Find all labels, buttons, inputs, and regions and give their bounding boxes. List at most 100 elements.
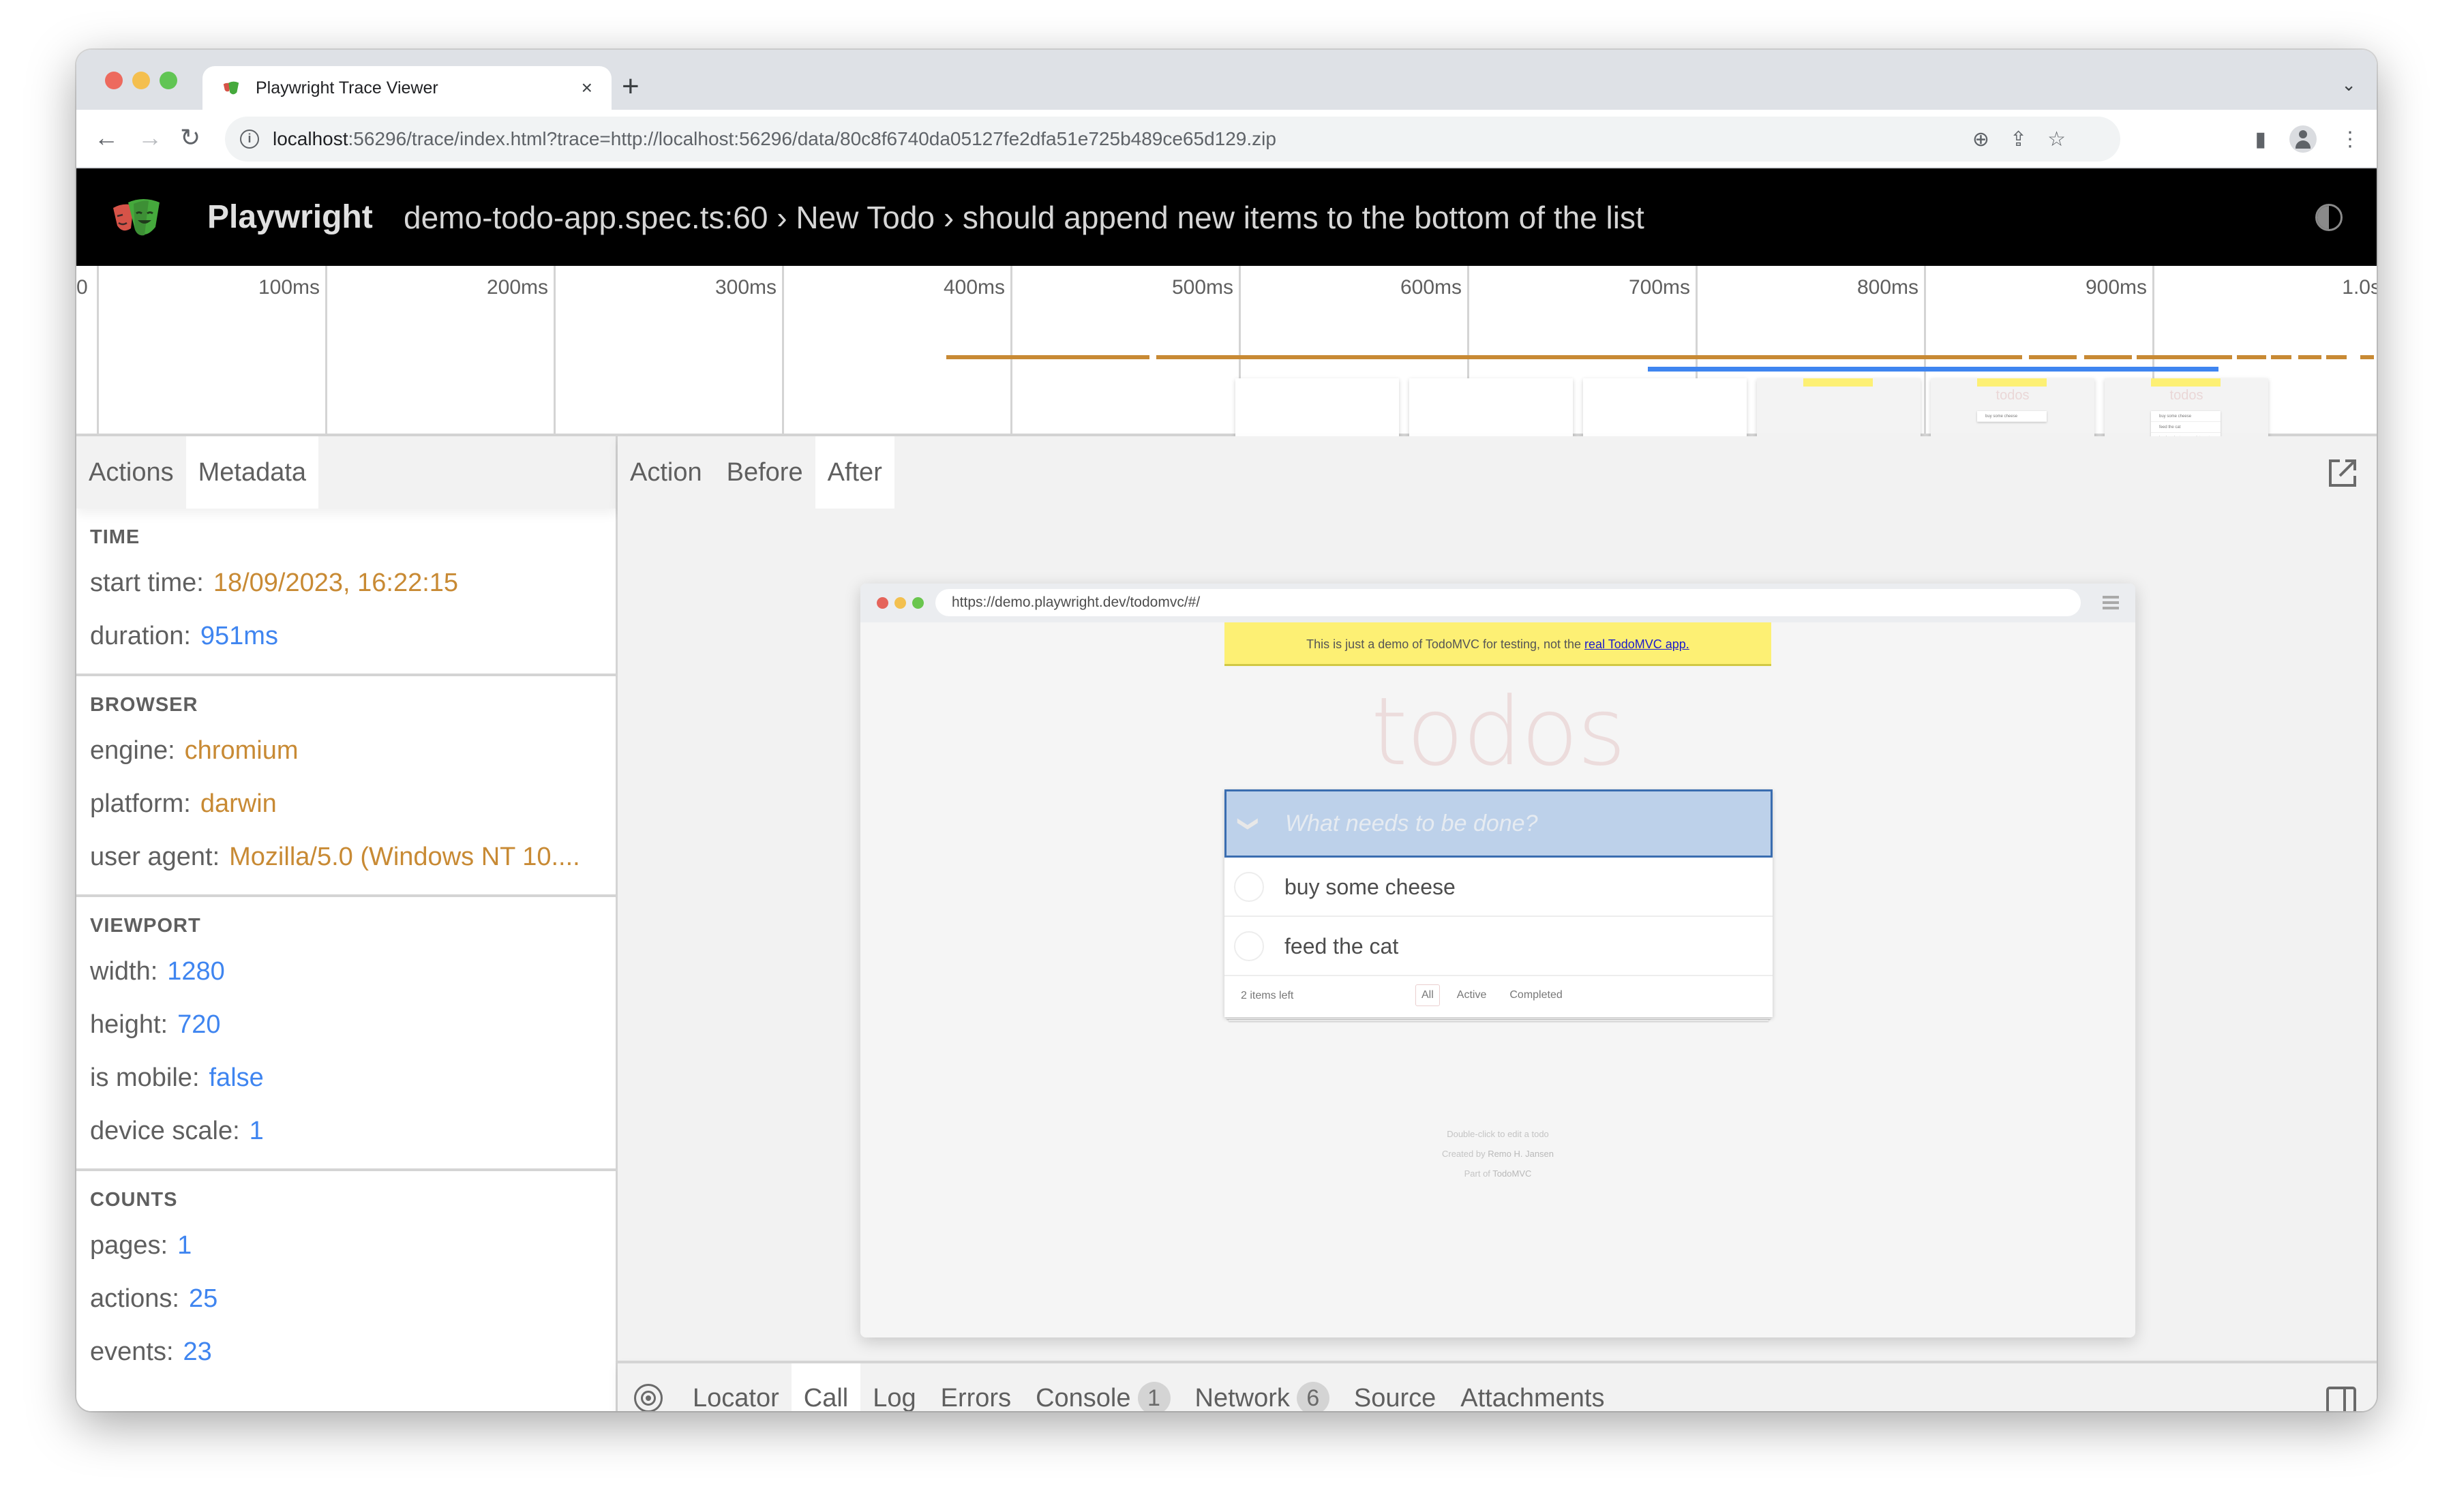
todomvc-link[interactable]: TodoMVC — [1492, 1168, 1531, 1179]
test-title: demo-todo-app.spec.ts:60 › New Todo › sh… — [404, 200, 1644, 235]
timeline-gridline — [554, 266, 556, 434]
timeline-gridline — [1010, 266, 1012, 434]
info-footer: Double-click to edit a todo Created by R… — [860, 1124, 2135, 1183]
snapshot-page[interactable]: This is just a demo of TodoMVC for testi… — [860, 622, 2135, 1337]
timeline-action-bar[interactable] — [946, 355, 1150, 359]
tab-attachments[interactable]: Attachments — [1448, 1363, 1616, 1411]
tab-search-chevron-icon[interactable]: ⌄ — [2341, 74, 2356, 95]
theme-toggle-icon[interactable] — [2315, 204, 2343, 231]
created-by: Created by Remo H. Jansen — [1441, 1149, 1554, 1159]
todo-toggle-checkbox[interactable] — [1234, 872, 1264, 902]
side-panel-icon[interactable]: ▮ — [2255, 127, 2266, 151]
tab-locator[interactable]: Locator — [680, 1363, 792, 1411]
tab-call[interactable]: Call — [791, 1363, 861, 1411]
timeline-tick-label: 1.0s — [2342, 276, 2377, 299]
tab-actions[interactable]: Actions — [76, 436, 186, 509]
toggle-split-layout-icon[interactable] — [2326, 1387, 2356, 1411]
todo-item[interactable]: buy some cheese — [1224, 858, 1773, 917]
profile-avatar-icon[interactable] — [2289, 125, 2317, 153]
user-agent-value: Mozilla/5.0 (Windows NT 10.... — [229, 843, 580, 871]
timeline-action-bar[interactable] — [2271, 355, 2292, 359]
share-icon[interactable]: ⇪ — [2010, 127, 2027, 151]
edit-hint: Double-click to edit a todo — [1447, 1129, 1549, 1139]
snapshot-green-dot — [912, 597, 924, 609]
section-heading: VIEWPORT — [90, 915, 201, 937]
device-scale-row: device scale: 1 — [90, 1117, 264, 1145]
left-panel: Actions Metadata TIME start time: 18/09/2… — [76, 436, 618, 1411]
section-heading: BROWSER — [90, 694, 198, 716]
new-tab-button[interactable]: + — [622, 69, 639, 104]
filter-completed[interactable]: Completed — [1503, 984, 1568, 1006]
timeline-gridline — [325, 266, 327, 434]
timeline-action-bar[interactable] — [1156, 355, 2023, 359]
todo-item[interactable]: feed the cat — [1224, 917, 1773, 976]
open-in-new-window-icon[interactable] — [2328, 458, 2358, 488]
timeline-tick-label: 800ms — [1856, 276, 1918, 299]
height-row: height: 720 — [90, 1010, 221, 1039]
close-window-button[interactable] — [105, 72, 123, 89]
timeline-action-bar[interactable] — [2083, 355, 2132, 359]
timeline-action-bar[interactable] — [2029, 355, 2077, 359]
browser-window: Playwright Trace Viewer × + ⌄ ← → ↻ i lo… — [76, 50, 2377, 1411]
timeline-network-bar[interactable] — [1647, 367, 2219, 372]
site-info-icon[interactable]: i — [240, 130, 259, 149]
timeline-tick-label: 100ms — [258, 276, 320, 299]
user-agent-row: user agent: Mozilla/5.0 (Windows NT 10...… — [90, 843, 580, 871]
filter-active[interactable]: Active — [1451, 984, 1493, 1006]
width-value: 1280 — [167, 957, 225, 986]
back-arrow-icon[interactable]: ← — [94, 121, 119, 155]
part-of: Part of TodoMVC — [1464, 1168, 1532, 1179]
toggle-all-chevron-icon[interactable]: ❯ — [1237, 815, 1261, 832]
tab-errors[interactable]: Errors — [929, 1363, 1023, 1411]
tab-network[interactable]: Network 6 — [1183, 1363, 1342, 1411]
tab-source[interactable]: Source — [1342, 1363, 1448, 1411]
tab-close-icon[interactable]: × — [582, 77, 592, 99]
zoom-icon[interactable]: ⊕ — [1972, 127, 1989, 151]
real-todomvc-link[interactable]: real TodoMVC app. — [1584, 637, 1689, 651]
todo-footer: 2 items left All Active Completed — [1224, 976, 1773, 1017]
timeline-tick-label: 200ms — [486, 276, 548, 299]
actions-row: actions: 25 — [90, 1284, 218, 1313]
timeline-action-bar[interactable] — [2136, 355, 2233, 359]
tab-after[interactable]: After — [815, 436, 894, 509]
timeline-gridline — [1924, 266, 1926, 434]
tab-before[interactable]: Before — [714, 436, 815, 509]
playwright-favicon-icon — [223, 81, 239, 95]
platform-row: platform: darwin — [90, 789, 277, 818]
reload-icon[interactable]: ↻ — [180, 121, 200, 155]
snapshot-tabbar: Action Before After — [618, 436, 2377, 509]
tab-action[interactable]: Action — [618, 436, 714, 509]
bookmark-star-icon[interactable]: ☆ — [2047, 127, 2066, 151]
timeline-tick-label: 0 — [76, 276, 88, 299]
height-value: 720 — [177, 1010, 221, 1039]
tab-console[interactable]: Console 1 — [1023, 1363, 1182, 1411]
snapshot-area: https://demo.playwright.dev/todomvc/#/ T… — [618, 509, 2377, 1361]
address-bar[interactable]: i localhost:56296/trace/index.html?trace… — [225, 117, 2120, 162]
author-link[interactable]: Remo H. Jansen — [1488, 1149, 1554, 1159]
timeline-tick-label: 500ms — [1171, 276, 1233, 299]
forward-arrow-icon[interactable]: → — [138, 121, 162, 155]
browser-tab[interactable]: Playwright Trace Viewer × — [202, 66, 612, 110]
viewport-section: VIEWPORT width: 1280 height: 720 is mobile… — [76, 897, 616, 1171]
timeline-action-bar[interactable] — [2360, 355, 2374, 359]
items-left-count: 2 items left — [1241, 990, 1294, 1001]
timeline[interactable]: 0 100ms 200ms 300ms 400ms 500ms 600ms 700ms 800m… — [76, 266, 2377, 468]
pages-row: pages: 1 — [90, 1231, 192, 1260]
timeline-action-bar[interactable] — [2298, 355, 2321, 359]
url-text[interactable]: localhost:56296/trace/index.html?trace=h… — [273, 128, 1276, 150]
timeline-action-bar[interactable] — [2236, 355, 2267, 359]
minimize-window-button[interactable] — [132, 72, 150, 89]
maximize-window-button[interactable] — [160, 72, 177, 89]
filter-all[interactable]: All — [1415, 984, 1440, 1006]
tab-log[interactable]: Log — [860, 1363, 928, 1411]
todo-toggle-checkbox[interactable] — [1234, 931, 1264, 961]
new-todo-input[interactable]: ❯ What needs to be done? — [1224, 789, 1773, 858]
duration-row: duration: 951ms — [90, 622, 278, 650]
section-heading: TIME — [90, 526, 140, 548]
browser-section: BROWSER engine: chromium platform: darwin … — [76, 676, 616, 897]
engine-value: chromium — [184, 736, 299, 765]
chrome-menu-icon[interactable]: ⋮ — [2340, 127, 2360, 151]
pick-locator-target-icon[interactable] — [634, 1384, 663, 1411]
timeline-action-bar[interactable] — [2326, 355, 2347, 359]
tab-metadata[interactable]: Metadata — [185, 436, 319, 509]
